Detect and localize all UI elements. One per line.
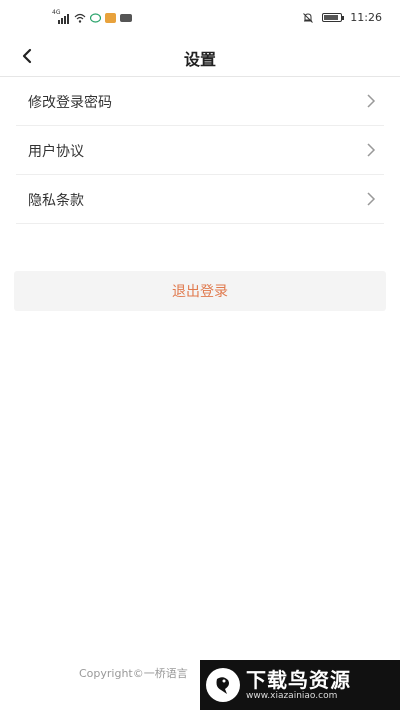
- chat-app-icon: [90, 13, 101, 23]
- menu-item-user-agreement[interactable]: 用户协议: [16, 126, 384, 175]
- copyright-text: Copyright©一桥语言: [79, 667, 188, 680]
- bird-logo-icon: [206, 668, 240, 702]
- network-type: 4G: [52, 9, 61, 16]
- chevron-right-icon: [367, 94, 376, 108]
- wifi-icon: [74, 13, 86, 23]
- menu-item-privacy-policy[interactable]: 隐私条款: [16, 175, 384, 224]
- watermark-title: 下载鸟资源: [246, 667, 351, 692]
- settings-menu: 修改登录密码 用户协议 隐私条款: [16, 77, 384, 224]
- header: 设置: [0, 36, 400, 77]
- menu-item-label: 隐私条款: [28, 193, 84, 209]
- status-icons-left: 4G: [52, 9, 132, 24]
- app-notification-icon: [105, 13, 116, 23]
- menu-item-label: 修改登录密码: [28, 95, 112, 111]
- bell-off-icon: [303, 12, 314, 23]
- watermark-url: www.xiazainiao.com: [246, 690, 338, 701]
- bird-glyph-icon: [216, 677, 229, 694]
- media-app-icon: [120, 14, 132, 22]
- logout-button[interactable]: 退出登录: [14, 271, 386, 311]
- page-title: 设置: [183, 50, 216, 69]
- cellular-signal-icon: 4G: [52, 9, 70, 24]
- watermark-banner: 下载鸟资源 www.xiazainiao.com: [200, 660, 400, 710]
- logout-label: 退出登录: [172, 284, 228, 300]
- chevron-right-icon: [367, 143, 376, 157]
- status-icons-right: 11:26: [302, 11, 382, 24]
- menu-item-change-password[interactable]: 修改登录密码: [16, 77, 384, 126]
- menu-item-label: 用户协议: [28, 144, 84, 160]
- battery-icon: [322, 13, 345, 22]
- status-bar: 4G 11:26: [0, 0, 400, 36]
- status-time: 11:26: [350, 11, 382, 24]
- chevron-right-icon: [367, 192, 376, 206]
